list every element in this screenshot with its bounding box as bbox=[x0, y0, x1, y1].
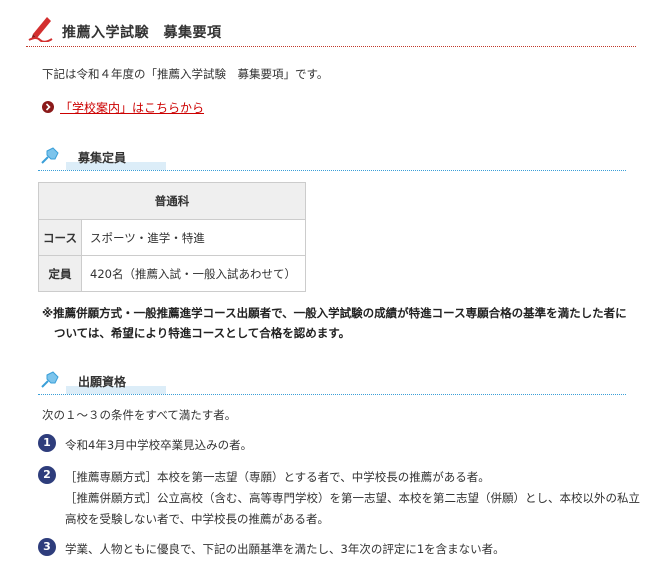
condition-line: ［推薦併願方式］公立高校（含む、高等専門学校）を第一志望、本校を第二志望（併願）… bbox=[65, 491, 640, 505]
condition-line: 令和4年3月中学校卒業見込みの者。 bbox=[65, 438, 253, 452]
condition-line: ［推薦専願方式］本校を第一志望（専願）とする者で、中学校長の推薦がある者。 bbox=[65, 470, 490, 484]
circle-chevron-icon bbox=[42, 101, 54, 113]
condition-text: 学業、人物ともに優良で、下記の出願基準を満たし、3年次の評定に1を含まない者。 bbox=[65, 539, 635, 560]
condition-text: 令和4年3月中学校卒業見込みの者。 bbox=[65, 435, 635, 456]
condition-line: 高校を受験しない者で、中学校長の推薦がある者。 bbox=[65, 512, 330, 526]
section-title-capacity: 募集定員 bbox=[78, 151, 127, 165]
condition-text: ［推薦専願方式］本校を第一志望（専願）とする者で、中学校長の推薦がある者。 ［推… bbox=[65, 467, 640, 530]
note-line: ※推薦併願方式・一般推薦進学コース出願者で、一般入学試験の成績が特進コース専願合… bbox=[42, 306, 627, 320]
list-item: 2 ［推薦専願方式］本校を第一志望（専願）とする者で、中学校長の推薦がある者。 … bbox=[38, 466, 640, 530]
capacity-table: 普通科 コース スポーツ・進学・特進 定員 420名（推薦入試・一般入試あわせて… bbox=[38, 182, 306, 292]
section-header-eligibility: 出願資格 bbox=[38, 370, 626, 395]
condition-line: 学業、人物ともに優良で、下記の出願基準を満たし、3年次の評定に1を含まない者。 bbox=[65, 542, 505, 556]
eligibility-intro: 次の１～３の条件をすべて満たす者。 bbox=[42, 408, 237, 422]
pushpin-icon bbox=[41, 147, 59, 164]
page-header: 推薦入学試験 募集要項 bbox=[26, 12, 636, 47]
pen-icon bbox=[28, 17, 53, 42]
pushpin-icon bbox=[41, 371, 59, 388]
row-value-capacity: 420名（推薦入試・一般入試あわせて） bbox=[81, 255, 306, 292]
list-item: 3 学業、人物ともに優良で、下記の出願基準を満たし、3年次の評定に1を含まない者… bbox=[38, 538, 638, 560]
page-title: 推薦入学試験 募集要項 bbox=[62, 25, 222, 41]
department-header: 普通科 bbox=[38, 182, 306, 220]
intro-text: 下記は令和４年度の「推薦入学試験 募集要項」です。 bbox=[42, 67, 329, 81]
note-line: ついては、希望により特進コースとして合格を認めます。 bbox=[54, 326, 351, 340]
table-row: コース スポーツ・進学・特進 bbox=[38, 219, 306, 256]
list-item: 1 令和4年3月中学校卒業見込みの者。 bbox=[38, 434, 638, 456]
section-title-eligibility: 出願資格 bbox=[78, 375, 127, 389]
school-info-link[interactable]: 「学校案内」はこちらから bbox=[42, 99, 204, 115]
row-value-course: スポーツ・進学・特進 bbox=[81, 219, 306, 256]
capacity-note: ※推薦併願方式・一般推薦進学コース出願者で、一般入学試験の成績が特進コース専願合… bbox=[42, 303, 632, 343]
row-label-capacity: 定員 bbox=[38, 255, 82, 292]
number-badge: 2 bbox=[38, 466, 56, 484]
number-badge: 1 bbox=[38, 434, 56, 452]
row-label-course: コース bbox=[38, 219, 82, 256]
school-info-link-text[interactable]: 「学校案内」はこちらから bbox=[60, 99, 204, 116]
table-row: 定員 420名（推薦入試・一般入試あわせて） bbox=[38, 255, 306, 292]
table-row: 普通科 bbox=[38, 182, 306, 220]
section-header-capacity: 募集定員 bbox=[38, 146, 626, 171]
number-badge: 3 bbox=[38, 538, 56, 556]
